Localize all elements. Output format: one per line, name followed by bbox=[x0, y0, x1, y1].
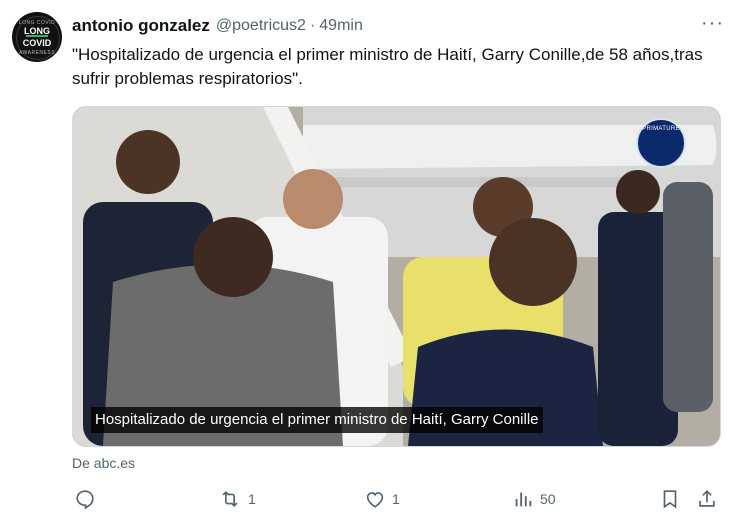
separator-dot: · bbox=[309, 17, 316, 34]
media-photo[interactable]: PRIMATURE Hospitalizado de urgencia el p… bbox=[72, 106, 721, 447]
user-handle[interactable]: @poetricus2 bbox=[216, 17, 306, 35]
avatar-bottom-text: AWARENESS bbox=[18, 50, 56, 56]
timestamp[interactable]: 49min bbox=[319, 17, 363, 35]
views-button[interactable]: 50 bbox=[512, 484, 556, 514]
retweet-icon bbox=[222, 490, 238, 508]
person-front-head bbox=[489, 218, 577, 306]
display-name[interactable]: antonio gonzalez bbox=[72, 16, 210, 36]
person-white-shirt-head bbox=[283, 169, 343, 229]
more-options-icon[interactable]: ··· bbox=[701, 12, 724, 35]
avatar-divider bbox=[26, 35, 48, 37]
photo-illustration bbox=[73, 107, 720, 446]
tweet-text: "Hospitalizado de urgencia el primer min… bbox=[72, 45, 703, 88]
retweet-count: 1 bbox=[248, 491, 256, 507]
media-caption: Hospitalizado de urgencia el primer mini… bbox=[91, 407, 543, 433]
heart-icon bbox=[366, 492, 384, 508]
person-far-right bbox=[663, 182, 713, 412]
view-count: 50 bbox=[540, 491, 556, 507]
avatar[interactable]: LONG COVID LONG COVID AWARENESS bbox=[12, 12, 62, 62]
seal-text: PRIMATURE bbox=[642, 126, 680, 132]
reply-button[interactable] bbox=[74, 484, 102, 514]
share-icon bbox=[699, 490, 715, 507]
avatar-line2: COVID bbox=[22, 38, 52, 48]
primature-seal-logo: PRIMATURE bbox=[636, 118, 686, 168]
person-grey-suit-head bbox=[193, 217, 273, 297]
bookmark-button[interactable] bbox=[659, 484, 681, 514]
views-chart-icon bbox=[515, 492, 532, 507]
reply-icon bbox=[76, 490, 94, 510]
tweet-header: antonio gonzalez @poetricus2 · 49min bbox=[72, 14, 363, 38]
person-left-head bbox=[116, 130, 180, 194]
share-button[interactable] bbox=[696, 484, 718, 514]
retweet-button[interactable]: 1 bbox=[218, 484, 256, 514]
like-count: 1 bbox=[392, 491, 400, 507]
action-bar: 1 1 50 bbox=[72, 484, 728, 514]
card-source-link[interactable]: De abc.es bbox=[72, 455, 135, 471]
like-button[interactable]: 1 bbox=[364, 484, 400, 514]
bookmark-icon bbox=[663, 490, 677, 509]
person-right-head bbox=[616, 170, 660, 214]
